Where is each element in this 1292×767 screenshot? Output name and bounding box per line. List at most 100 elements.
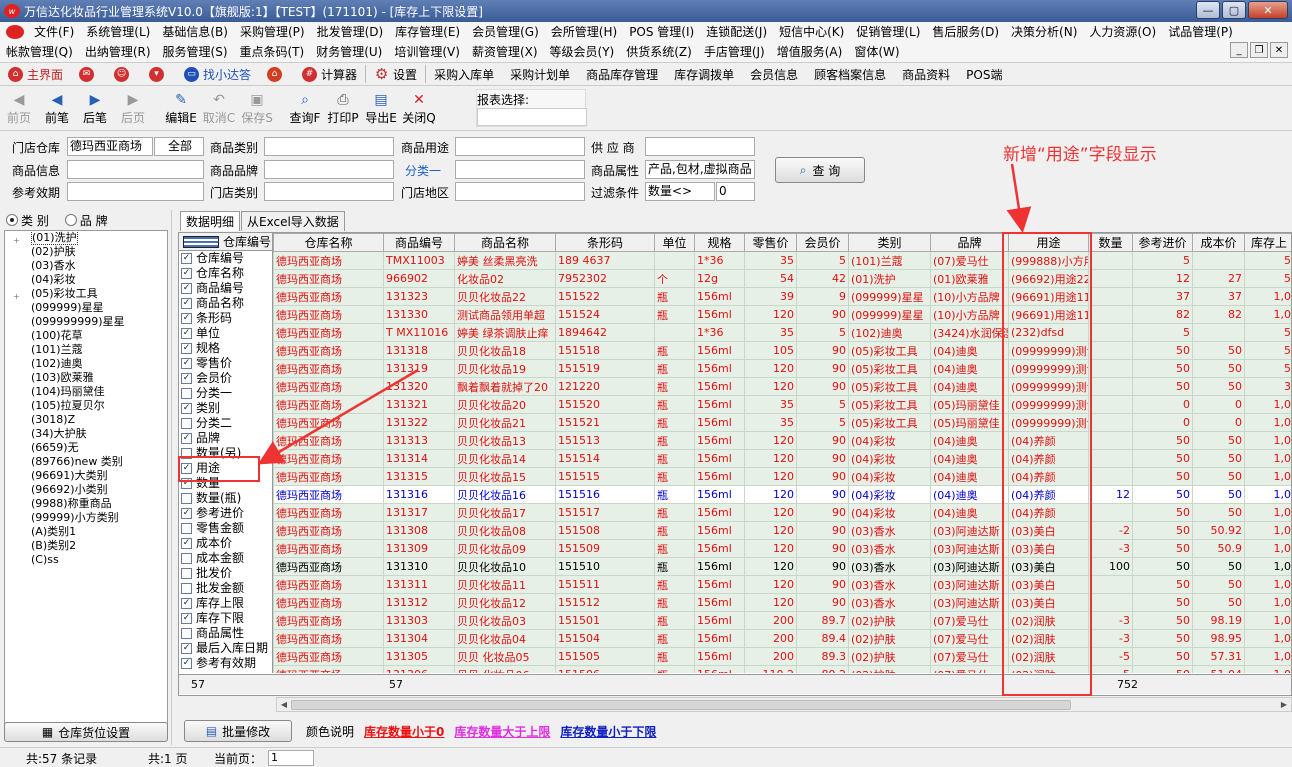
store-scope-select[interactable]: 全部: [154, 137, 204, 156]
column-header[interactable]: 条形码: [556, 234, 655, 252]
checkbox-checked-icon[interactable]: ✓: [181, 538, 192, 549]
table-row[interactable]: 德玛西亚商场131303贝贝化妆品03151501瓶156ml20089.7(0…: [274, 612, 1292, 630]
menu-item[interactable]: 手店管理(J): [698, 42, 771, 62]
table-row[interactable]: 德玛西亚商场131319贝贝化妆品19151519瓶156ml12090(05)…: [274, 360, 1292, 378]
maximize-button[interactable]: ▢: [1222, 1, 1246, 19]
checkbox-unchecked-icon[interactable]: [181, 568, 192, 579]
menu-item[interactable]: 采购管理(P): [234, 22, 311, 42]
tree-item[interactable]: (34)大护肤: [5, 427, 167, 441]
tree-item[interactable]: (89766)new 类别: [5, 455, 167, 469]
tree-item[interactable]: (B)类别2: [5, 539, 167, 553]
menu-item[interactable]: 决策分析(N): [1005, 22, 1083, 42]
table-row[interactable]: 德玛西亚商场131312贝贝化妆品12151512瓶156ml12090(03)…: [274, 594, 1292, 612]
checkbox-unchecked-icon[interactable]: [181, 628, 192, 639]
brand-input[interactable]: [264, 160, 394, 179]
quick-calculator-icon[interactable]: #计算器: [294, 63, 365, 85]
quick-shield-icon[interactable]: ▾: [141, 63, 176, 85]
checkbox-checked-icon[interactable]: ✓: [181, 373, 192, 384]
checkbox-unchecked-icon[interactable]: [181, 418, 192, 429]
column-toggle[interactable]: ✓单位: [179, 326, 272, 341]
checkbox-checked-icon[interactable]: ✓: [181, 343, 192, 354]
column-header[interactable]: 用途: [1009, 234, 1089, 252]
column-toggle[interactable]: ✓会员价: [179, 371, 272, 386]
horizontal-scrollbar[interactable]: ◀ ▶: [276, 697, 1292, 712]
attr-input[interactable]: 产品,包材,虚拟商品: [645, 160, 755, 179]
toolbar-button[interactable]: ◀前页: [0, 91, 38, 126]
menu-item[interactable]: 会所管理(H): [545, 22, 623, 42]
quick-chat-icon[interactable]: ✉: [71, 63, 106, 85]
quick-gear-icon[interactable]: ⚙设置: [366, 63, 425, 85]
info-input[interactable]: [67, 160, 204, 179]
tree-item[interactable]: (96691)大类别: [5, 469, 167, 483]
column-toggle[interactable]: ✓库存上限: [179, 596, 272, 611]
column-toggle[interactable]: ✓条形码: [179, 311, 272, 326]
scroll-left-icon[interactable]: ◀: [277, 698, 291, 711]
column-header[interactable]: 成本价: [1193, 234, 1245, 252]
menu-item[interactable]: 增值服务(A): [771, 42, 849, 62]
table-row[interactable]: 德玛西亚商场131316贝贝化妆品16151516瓶156ml12090(04)…: [274, 486, 1292, 504]
class1-link[interactable]: 分类一: [405, 162, 441, 179]
menu-item[interactable]: 连锁配送(J): [700, 22, 773, 42]
column-header[interactable]: 品牌: [931, 234, 1009, 252]
checkbox-unchecked-icon[interactable]: [181, 523, 192, 534]
table-row[interactable]: 德玛西亚商场131310贝贝化妆品10151510瓶156ml12090(03)…: [274, 558, 1292, 576]
checkbox-checked-icon[interactable]: ✓: [181, 328, 192, 339]
quick-house-icon[interactable]: ⌂: [259, 63, 294, 85]
column-toggle[interactable]: ✓数量: [179, 476, 272, 491]
checkbox-unchecked-icon[interactable]: [181, 553, 192, 564]
class1-input[interactable]: [455, 160, 585, 179]
tree-item[interactable]: (100)花草: [5, 329, 167, 343]
warehouse-location-button[interactable]: ▦仓库货位设置: [4, 722, 168, 742]
checkbox-checked-icon[interactable]: ✓: [181, 658, 192, 669]
checkbox-checked-icon[interactable]: ✓: [181, 298, 192, 309]
tree-item[interactable]: +(01)洗护: [5, 231, 167, 245]
column-toggle[interactable]: 商品属性: [179, 626, 272, 641]
checkbox-checked-icon[interactable]: ✓: [181, 433, 192, 444]
table-row[interactable]: 德玛西亚商场131308贝贝化妆品08151508瓶156ml12090(03)…: [274, 522, 1292, 540]
checkbox-checked-icon[interactable]: ✓: [181, 613, 192, 624]
menu-item[interactable]: 售后服务(D): [926, 22, 1005, 42]
tree-item[interactable]: (102)迪奥: [5, 357, 167, 371]
table-row[interactable]: 德玛西亚商场131309贝贝化妆品09151509瓶156ml12090(03)…: [274, 540, 1292, 558]
quick-item[interactable]: 库存调拨单: [666, 63, 742, 85]
column-toggle[interactable]: ✓参考有效期: [179, 656, 272, 671]
checkbox-checked-icon[interactable]: ✓: [181, 508, 192, 519]
quick-item[interactable]: 商品库存管理: [578, 63, 666, 85]
column-header[interactable]: 商品编号: [384, 234, 455, 252]
mdi-minimize-button[interactable]: _: [1230, 42, 1248, 58]
menu-item[interactable]: 等级会员(Y): [544, 42, 621, 62]
column-toggle[interactable]: 批发价: [179, 566, 272, 581]
column-toggle[interactable]: ✓用途: [179, 461, 272, 476]
menu-item[interactable]: 出纳管理(R): [79, 42, 157, 62]
tree-item[interactable]: (105)拉夏贝尔: [5, 399, 167, 413]
table-row[interactable]: 德玛西亚商场131318贝贝化妆品18151518瓶156ml10590(05)…: [274, 342, 1292, 360]
column-toggle[interactable]: ✓零售价: [179, 356, 272, 371]
tree-item[interactable]: (02)护肤: [5, 245, 167, 259]
tab-item[interactable]: 从Excel导入数据: [241, 211, 345, 231]
quick-monitor-icon[interactable]: ▭找小达答: [176, 63, 259, 85]
column-toggle[interactable]: ✓参考进价: [179, 506, 272, 521]
toolbar-button[interactable]: ⎙打印P: [324, 91, 362, 126]
minimize-button[interactable]: —: [1196, 1, 1220, 19]
table-row[interactable]: 德玛西亚商场131311贝贝化妆品11151511瓶156ml12090(03)…: [274, 576, 1292, 594]
checkbox-checked-icon[interactable]: ✓: [181, 253, 192, 264]
toolbar-button[interactable]: ✕关闭Q: [400, 91, 438, 126]
tree-item[interactable]: (099999999)星星: [5, 315, 167, 329]
tree-item[interactable]: +(05)彩妆工具: [5, 287, 167, 301]
use-input[interactable]: [455, 137, 585, 156]
column-toggle[interactable]: ✓品牌: [179, 431, 272, 446]
quick-item[interactable]: 商品资料: [894, 63, 958, 85]
checkbox-unchecked-icon[interactable]: [181, 388, 192, 399]
table-row[interactable]: 德玛西亚商场131322贝贝化妆品21151521瓶156ml355(05)彩妆…: [274, 414, 1292, 432]
scroll-right-icon[interactable]: ▶: [1277, 698, 1291, 711]
column-header[interactable]: 库存上: [1245, 234, 1292, 252]
column-header[interactable]: 商品名称: [455, 234, 556, 252]
cond-field-select[interactable]: 数量<>: [645, 182, 715, 201]
table-row[interactable]: 德玛西亚商场131306贝贝 化妆品06151506瓶156ml110.289.…: [274, 666, 1292, 674]
toolbar-button[interactable]: ▶后页: [114, 91, 152, 126]
current-page-input[interactable]: 1: [268, 750, 314, 766]
menu-item[interactable]: 供货系统(Z): [620, 42, 698, 62]
tree-item[interactable]: (104)玛丽黛佳: [5, 385, 167, 399]
column-header[interactable]: 数量: [1089, 234, 1133, 252]
checkbox-checked-icon[interactable]: ✓: [181, 283, 192, 294]
